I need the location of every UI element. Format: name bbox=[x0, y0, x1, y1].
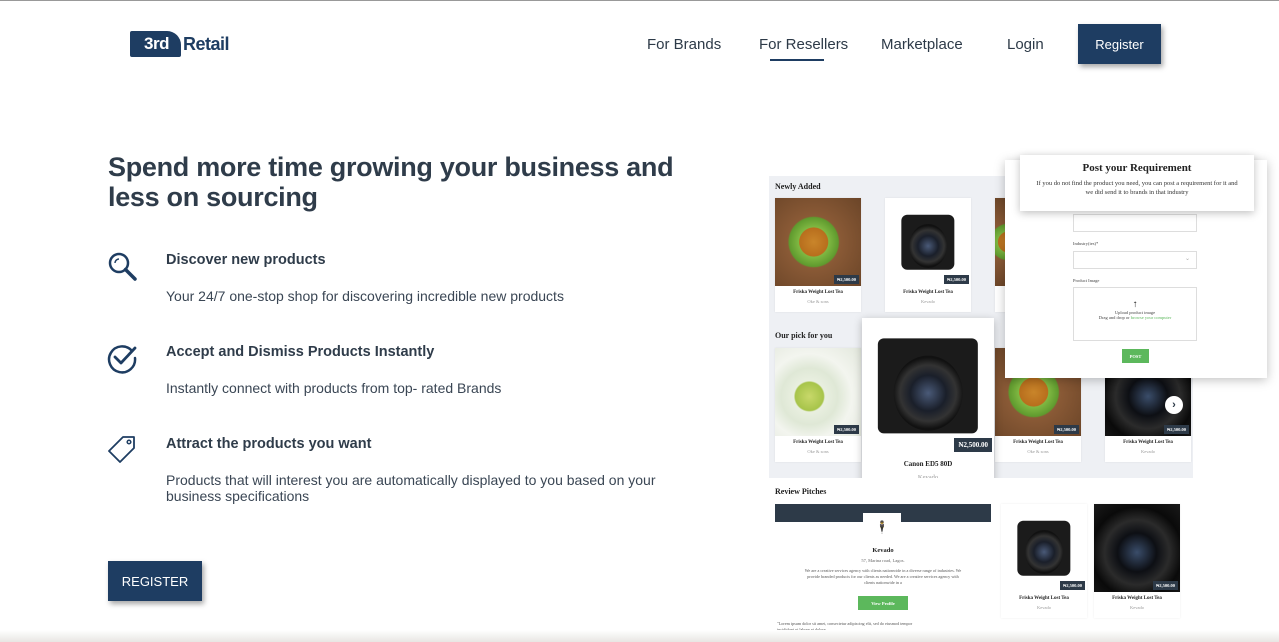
feature-desc-discover: Your 24/7 one-stop shop for discovering … bbox=[166, 288, 564, 304]
product-card[interactable]: ₦2,500.00 Friska Weight Lost Tea Kevado bbox=[885, 198, 971, 312]
vendor-name: Kevado bbox=[872, 547, 894, 554]
top-border bbox=[0, 0, 1279, 1]
logo-badge: 3rd bbox=[130, 31, 181, 57]
product-name: Canon ED5 80D bbox=[903, 460, 953, 468]
nav-for-brands[interactable]: For Brands bbox=[647, 36, 721, 53]
price-badge: ₦2,500.00 bbox=[834, 425, 859, 434]
check-circle-icon bbox=[107, 345, 137, 374]
product-image-label: Product Image bbox=[1073, 278, 1100, 283]
product-name: Friska Weight Lost Tea bbox=[1112, 596, 1162, 601]
pitch-product-card[interactable]: ₦2,500.00 Friska Weight Lost Tea Kevado bbox=[1094, 504, 1180, 618]
feature-title-attract: Attract the products you want bbox=[166, 436, 372, 452]
post-button[interactable]: POST bbox=[1122, 349, 1149, 363]
section-review-pitches: Review Pitches bbox=[775, 487, 827, 496]
price-badge: ₦2,500.00 bbox=[834, 275, 859, 284]
feature-desc-attract: Products that will interest you are auto… bbox=[166, 472, 656, 504]
requirement-desc: If you do not find the product you need,… bbox=[1036, 180, 1238, 196]
register-button[interactable]: Register bbox=[1078, 24, 1161, 64]
industry-select[interactable]: ⌄ bbox=[1073, 251, 1197, 269]
product-vendor: Oke & sons bbox=[1027, 449, 1049, 454]
price-badge: ₦2,500.00 bbox=[1153, 581, 1178, 590]
camera-image bbox=[1001, 504, 1087, 592]
nav-login[interactable]: Login bbox=[1007, 36, 1044, 53]
nav-for-resellers[interactable]: For Resellers bbox=[759, 36, 848, 53]
product-vendor: Oke & sons bbox=[807, 299, 829, 304]
pitch-product-card[interactable]: ₦2,500.00 Friska Weight Lost Tea Kevado bbox=[1001, 504, 1087, 618]
register-cta-button[interactable]: REGISTER bbox=[108, 561, 202, 601]
camera-image bbox=[862, 318, 994, 454]
requirement-header: Post your Requirement If you do not find… bbox=[1020, 155, 1254, 211]
browse-link[interactable]: browse your computer bbox=[1131, 315, 1172, 320]
logo[interactable]: 3rd Retail bbox=[130, 30, 230, 58]
pitch-card[interactable]: 🕴 Kevado 57, Marina road, Lagos. We are … bbox=[775, 504, 991, 642]
feature-title-accept: Accept and Dismiss Products Instantly bbox=[166, 344, 435, 360]
industry-label: Industry(ies)* bbox=[1073, 241, 1099, 246]
feature-desc-accept: Instantly connect with products from top… bbox=[166, 380, 502, 396]
page-bottom-edge bbox=[0, 630, 1279, 642]
section-our-pick: Our pick for you bbox=[775, 331, 833, 340]
tag-icon bbox=[108, 436, 135, 463]
product-vendor: Kevado bbox=[1130, 605, 1144, 610]
price-badge: ₦2,500.00 bbox=[1164, 425, 1189, 434]
product-vendor: Kevado bbox=[1037, 605, 1051, 610]
requirement-title: Post your Requirement bbox=[1082, 162, 1192, 174]
logo-text: Retail bbox=[182, 33, 230, 54]
product-name: Friska Weight Lost Tea bbox=[903, 290, 953, 295]
product-name: Friska Weight Lost Tea bbox=[1013, 440, 1063, 445]
upload-hint: Drag and drop or bbox=[1098, 315, 1130, 320]
nav-marketplace[interactable]: Marketplace bbox=[881, 36, 963, 53]
feature-title-discover: Discover new products bbox=[166, 252, 326, 268]
image-upload-dropzone[interactable]: ⭡ Upload product image Drag and drop or … bbox=[1073, 287, 1197, 341]
product-vendor: Kevado bbox=[921, 299, 935, 304]
vendor-address: 57, Marina road, Lagos. bbox=[861, 558, 905, 563]
product-name: Friska Weight Lost Tea bbox=[1019, 596, 1069, 601]
product-card[interactable]: ₦2,500.00 Friska Weight Lost Tea Oke & s… bbox=[775, 348, 861, 462]
product-name: Friska Weight Lost Tea bbox=[793, 440, 843, 445]
vendor-description: We are a creative services agency with c… bbox=[804, 568, 962, 585]
chevron-down-icon: ⌄ bbox=[1184, 256, 1190, 262]
price-badge: ₦2,500.00 bbox=[1060, 581, 1085, 590]
tea-image bbox=[775, 198, 861, 286]
requirement-input[interactable] bbox=[1073, 214, 1197, 232]
carousel-next-icon[interactable]: › bbox=[1165, 396, 1183, 414]
vendor-logo: 🕴 bbox=[863, 513, 901, 541]
tea-image bbox=[775, 348, 861, 436]
search-icon bbox=[108, 252, 137, 281]
view-profile-button[interactable]: View Profile bbox=[858, 596, 908, 610]
price-badge: ₦2,500.00 bbox=[954, 438, 992, 452]
price-badge: ₦2,500.00 bbox=[944, 275, 969, 284]
lens-image bbox=[1094, 504, 1180, 592]
upload-icon: ⭡ bbox=[1133, 300, 1137, 309]
section-newly-added: Newly Added bbox=[775, 182, 821, 191]
featured-product-card[interactable]: ₦2,500.00 Canon ED5 80D Kevado bbox=[862, 318, 994, 490]
active-nav-indicator bbox=[770, 59, 824, 61]
product-vendor: Kevado bbox=[1141, 449, 1155, 454]
camera-image bbox=[885, 198, 971, 286]
product-name: Friska Weight Lost Tea bbox=[1123, 440, 1173, 445]
price-badge: ₦2,500.00 bbox=[1054, 425, 1079, 434]
product-name: Friska Weight Lost Tea bbox=[793, 290, 843, 295]
product-vendor: Oke & sons bbox=[807, 449, 829, 454]
product-card[interactable]: ₦2,500.00 Friska Weight Lost Tea Oke & s… bbox=[775, 198, 861, 312]
hero-title: Spend more time growing your business an… bbox=[108, 152, 674, 212]
